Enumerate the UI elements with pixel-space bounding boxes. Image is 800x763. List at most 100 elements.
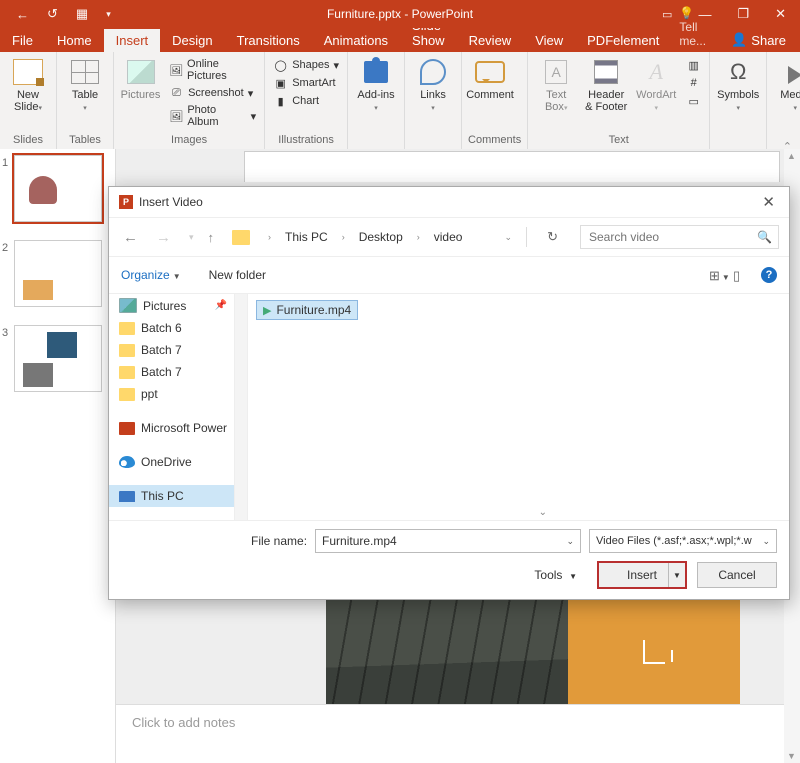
share-button[interactable]: 👤Share xyxy=(717,28,800,52)
addins-button[interactable]: Add-ins▾ xyxy=(354,55,398,115)
file-furniture-mp4[interactable]: ▶ Furniture.mp4 xyxy=(256,300,358,320)
tree-mspower[interactable]: Microsoft Power xyxy=(109,417,247,439)
notes-pane[interactable]: Click to add notes xyxy=(116,704,784,763)
tab-review[interactable]: Review xyxy=(457,29,524,52)
file-list[interactable]: ▶ Furniture.mp4 ⌄ xyxy=(248,294,789,520)
monitor-icon xyxy=(119,491,135,502)
qat-touchmode-icon[interactable]: ▦ xyxy=(76,6,88,22)
search-box[interactable]: 🔍 xyxy=(580,225,779,249)
chair-icon xyxy=(643,640,665,664)
tab-design[interactable]: Design xyxy=(160,29,224,52)
chevron-down-icon[interactable]: ⌄ xyxy=(762,536,770,547)
group-addins: Add-ins▾ xyxy=(348,52,405,149)
textbox-button[interactable]: A Text Box▾ xyxy=(534,55,578,115)
view-mode-icon[interactable]: ⊞▼ xyxy=(709,268,725,282)
refresh-icon[interactable]: ↻ xyxy=(547,229,558,245)
thumb-number: 1 xyxy=(2,155,14,222)
tab-insert[interactable]: Insert xyxy=(104,29,161,52)
qat-dropdown-icon[interactable]: ▾ xyxy=(106,9,111,20)
table-button[interactable]: Table▾ xyxy=(63,55,107,115)
filetype-filter[interactable]: Video Files (*.asf;*.asx;*.wpl;*.w ⌄ xyxy=(589,529,777,553)
cancel-button[interactable]: Cancel xyxy=(697,562,777,588)
filename-combo[interactable]: Furniture.mp4 ⌄ xyxy=(315,529,581,553)
tree-pictures[interactable]: Pictures📌 xyxy=(109,294,247,317)
slide-thumb-2[interactable]: 2 xyxy=(0,234,115,319)
crumb-desktop[interactable]: Desktop xyxy=(359,230,403,244)
qat-undo-icon[interactable]: ↺ xyxy=(47,6,58,22)
pictures-button[interactable]: Pictures xyxy=(120,55,161,101)
symbols-button[interactable]: Ω Symbols▾ xyxy=(716,55,760,115)
tree-ppt[interactable]: ppt xyxy=(109,383,247,405)
chart-icon: ▮ xyxy=(273,94,288,108)
filename-label: File name: xyxy=(251,534,307,548)
wordart-button[interactable]: A WordArt▾ xyxy=(634,55,678,115)
person-icon: 👤 xyxy=(731,32,747,48)
addins-icon xyxy=(364,61,388,83)
file-name: Furniture.mp4 xyxy=(276,303,351,317)
tree-thispc[interactable]: This PC xyxy=(109,485,247,507)
group-label: Images xyxy=(120,134,258,148)
tell-me[interactable]: 💡 Tell me... xyxy=(671,2,717,52)
text-extra-1[interactable]: ▥ xyxy=(684,57,703,73)
crumb-video[interactable]: video xyxy=(434,230,463,244)
crumb-thispc[interactable]: This PC xyxy=(285,230,328,244)
thumb-number: 2 xyxy=(2,240,14,307)
tree-batch7b[interactable]: Batch 7 xyxy=(109,361,247,383)
tab-animations[interactable]: Animations xyxy=(312,29,400,52)
tree-scroll-down-icon[interactable]: ⌄ xyxy=(539,507,547,518)
links-button[interactable]: Links▾ xyxy=(411,55,455,115)
new-slide-button[interactable]: New Slide▾ xyxy=(6,55,50,115)
insert-split-icon[interactable]: ▼ xyxy=(668,563,685,587)
crumb-dropdown-icon[interactable]: ⌄ xyxy=(505,232,513,243)
header-footer-button[interactable]: Header & Footer xyxy=(584,55,628,113)
tools-button[interactable]: Tools ▼ xyxy=(534,568,577,582)
shapes-button[interactable]: ◯Shapes ▾ xyxy=(271,57,341,73)
text-extra-3[interactable]: ▭ xyxy=(684,93,703,109)
chevron-down-icon[interactable]: ⌄ xyxy=(566,536,574,547)
chart-button[interactable]: ▮Chart xyxy=(271,93,341,109)
slide-thumb-1[interactable]: 1 xyxy=(0,149,115,234)
online-pictures-button[interactable]: 🖼Online Pictures xyxy=(167,57,258,83)
thumb-preview xyxy=(14,155,102,222)
search-input[interactable] xyxy=(587,229,757,245)
tree-batch6[interactable]: Batch 6 xyxy=(109,317,247,339)
help-icon[interactable]: ? xyxy=(761,267,777,283)
tab-view[interactable]: View xyxy=(523,29,575,52)
pin-icon: 📌 xyxy=(215,300,227,311)
tree-batch7a[interactable]: Batch 7 xyxy=(109,339,247,361)
photo-album-button[interactable]: 🖼Photo Album ▾ xyxy=(167,103,258,129)
nav-back-icon[interactable]: ← xyxy=(119,229,142,246)
text-extra-2[interactable]: # xyxy=(684,75,703,91)
new-folder-button[interactable]: New folder xyxy=(209,268,266,282)
insert-button[interactable]: Insert ▼ xyxy=(597,561,687,589)
nav-recent-icon[interactable]: ▾ xyxy=(185,232,198,243)
folder-icon xyxy=(119,344,135,357)
window-restore-icon[interactable]: ❐ xyxy=(737,6,749,22)
slide-thumb-3[interactable]: 3 xyxy=(0,319,115,404)
dialog-close-icon[interactable]: ✕ xyxy=(758,193,779,211)
preview-pane-icon[interactable]: ▯ xyxy=(733,268,749,282)
tab-transitions[interactable]: Transitions xyxy=(225,29,312,52)
search-icon[interactable]: 🔍 xyxy=(757,230,772,244)
pictures-icon xyxy=(127,60,155,84)
smartart-button[interactable]: ▣SmartArt xyxy=(271,75,341,91)
comment-button[interactable]: Comment xyxy=(468,55,512,101)
group-illustrations: ◯Shapes ▾ ▣SmartArt ▮Chart Illustrations xyxy=(265,52,348,149)
tab-file[interactable]: File xyxy=(0,29,45,52)
filter-value: Video Files (*.asf;*.asx;*.wpl;*.w xyxy=(596,535,752,547)
group-label: Illustrations xyxy=(271,134,341,148)
tab-home[interactable]: Home xyxy=(45,29,104,52)
group-links: Links▾ xyxy=(405,52,462,149)
tree-onedrive[interactable]: OneDrive xyxy=(109,451,247,473)
tab-pdfelement[interactable]: PDFelement xyxy=(575,29,671,52)
nav-up-icon[interactable]: ↑ xyxy=(208,230,215,245)
organize-button[interactable]: Organize▼ xyxy=(121,268,181,282)
tree-network[interactable]: Network xyxy=(109,519,247,520)
header-icon xyxy=(594,60,618,84)
window-close-icon[interactable]: ✕ xyxy=(775,6,786,22)
qat-back-icon[interactable]: ← xyxy=(16,7,29,22)
media-button[interactable]: Media▾ xyxy=(773,55,800,115)
group-label xyxy=(411,146,455,148)
thumb-preview xyxy=(14,325,102,392)
screenshot-button[interactable]: ⎚Screenshot ▾ xyxy=(167,85,258,101)
